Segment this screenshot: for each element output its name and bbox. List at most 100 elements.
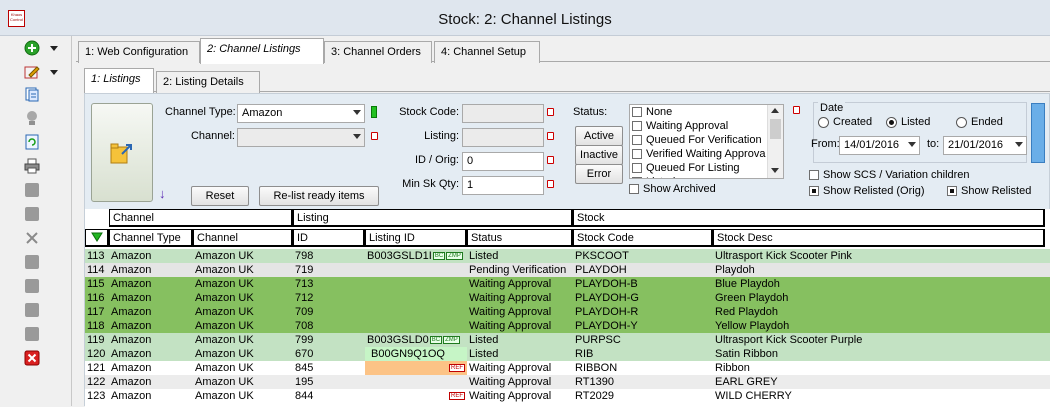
show-scs-check-icon[interactable] — [809, 170, 819, 180]
tab-channel-orders[interactable]: 3: Channel Orders — [324, 41, 432, 63]
copy-list-icon[interactable] — [24, 86, 40, 102]
column-header-status[interactable]: Status — [467, 229, 573, 247]
row-number-cell: 115 — [85, 277, 109, 291]
column-header-stock-code[interactable]: Stock Code — [573, 229, 713, 247]
tab-web-configuration[interactable]: 1: Web Configuration — [78, 41, 200, 63]
channel-type-select[interactable]: Amazon — [237, 104, 365, 123]
tab-channel-listings[interactable]: 2: Channel Listings — [200, 38, 324, 64]
from-date-picker[interactable]: 14/01/2016 — [839, 136, 920, 155]
status-error-button[interactable]: Error — [575, 164, 623, 184]
ended-radio-icon[interactable] — [956, 116, 967, 128]
table-row[interactable]: 120 Amazon Amazon UK 670 B00GN9Q1OQ Listed RIB… — [85, 347, 1050, 361]
table-row[interactable]: 116 Amazon Amazon UK 712 Waiting Approval PLA… — [85, 291, 1050, 305]
column-header-channel[interactable]: Channel — [193, 229, 293, 247]
listing-label: Listing: — [424, 130, 459, 142]
stock-desc-cell: Playdoh — [713, 263, 1045, 277]
table-row[interactable]: 114 Amazon Amazon UK 719 Pending Verificatio… — [85, 263, 1050, 277]
status-option-check-icon[interactable] — [632, 163, 642, 173]
created-radio-icon[interactable] — [818, 116, 829, 128]
tab-channel-setup[interactable]: 4: Channel Setup — [434, 41, 540, 63]
scroll-thumb[interactable] — [770, 119, 781, 139]
status-option-check-icon[interactable] — [632, 135, 642, 145]
table-row[interactable]: 123 Amazon Amazon UK 844 REF Waiting Approval… — [85, 389, 1050, 403]
column-header-listing-id[interactable]: Listing ID — [365, 229, 467, 247]
show-relisted-orig-check-icon[interactable] — [809, 186, 819, 196]
listing-id-cell — [365, 305, 467, 319]
listing-flag-badge: ZMP — [446, 252, 463, 261]
channel-cell: Amazon UK — [193, 305, 293, 319]
date-listed-radio[interactable]: Listed — [886, 116, 930, 128]
status-checklist[interactable]: None Waiting Approval Queued For Verificat… — [629, 104, 784, 179]
refresh-list-icon[interactable] — [24, 134, 40, 150]
status-option[interactable]: Listed — [630, 175, 783, 178]
table-row[interactable]: 115 Amazon Amazon UK 713 Waiting Approval PLA… — [85, 277, 1050, 291]
add-icon[interactable] — [24, 40, 40, 56]
table-row[interactable]: 119 Amazon Amazon UK 799 B003GSLD0 BC ZMP Liste… — [85, 333, 1050, 347]
tab-listing-details[interactable]: 2: Listing Details — [156, 71, 260, 93]
status-option[interactable]: Waiting Approval — [630, 119, 783, 133]
status-option-label: Listed — [646, 176, 675, 178]
channel-type-cell-text: Amazon — [111, 278, 152, 290]
table-row[interactable]: 122 Amazon Amazon UK 195 Waiting Approval RT1… — [85, 375, 1050, 389]
show-archived-check-icon[interactable] — [629, 184, 639, 194]
add-dropdown-arrow-icon[interactable] — [50, 46, 58, 51]
date-ended-radio[interactable]: Ended — [956, 116, 1003, 128]
status-option-check-icon[interactable] — [632, 107, 642, 117]
status-option-check-icon[interactable] — [632, 121, 642, 131]
row-number-cell: 119 — [85, 333, 109, 347]
down-arrow-icon[interactable]: ↓ — [159, 186, 166, 201]
stock-code-cell-text: PLAYDOH-Y — [575, 320, 638, 332]
listed-radio-icon[interactable] — [886, 116, 897, 128]
edit-icon[interactable] — [24, 64, 40, 80]
status-option[interactable]: Queued For Verification — [630, 133, 783, 147]
edit-dropdown-arrow-icon[interactable] — [50, 70, 58, 75]
stock-code-cell-text: PLAYDOH-R — [575, 306, 639, 318]
print-icon[interactable] — [24, 158, 40, 174]
tab-listings[interactable]: 1: Listings — [84, 68, 154, 94]
status-option[interactable]: Queued For Listing — [630, 161, 783, 175]
stock-code-cell: PLAYDOH — [573, 263, 713, 277]
reset-button[interactable]: Reset — [191, 186, 249, 206]
id-orig-input[interactable]: 0 — [462, 152, 544, 171]
table-row[interactable]: 121 Amazon Amazon UK 845 REF Waiting Approval… — [85, 361, 1050, 375]
status-inactive-button[interactable]: Inactive — [575, 145, 623, 165]
to-date-picker[interactable]: 21/01/2016 — [943, 136, 1027, 155]
sort-down-green-icon[interactable] — [90, 232, 103, 242]
status-option[interactable]: Verified Waiting Approva — [630, 147, 783, 161]
column-header-id[interactable]: ID — [293, 229, 365, 247]
status-option-check-icon[interactable] — [632, 177, 642, 178]
column-header-stock-desc[interactable]: Stock Desc — [713, 229, 1045, 247]
channel-cell: Amazon UK — [193, 375, 293, 389]
status-list-scrollbar[interactable] — [767, 105, 783, 178]
stock-code-input[interactable] — [462, 104, 544, 123]
show-relisted-orig-checkbox[interactable]: Show Relisted (Orig) — [809, 185, 924, 197]
listing-id-cell-text: B003GSLD1I — [367, 250, 432, 262]
min-sk-qty-input[interactable]: 1 — [462, 176, 544, 195]
stock-desc-cell: EARL GREY — [713, 375, 1045, 389]
table-row[interactable]: 117 Amazon Amazon UK 709 Waiting Approval PLA… — [85, 305, 1050, 319]
scroll-down-icon[interactable] — [771, 168, 779, 173]
channel-select[interactable] — [237, 128, 365, 147]
open-listing-button[interactable] — [91, 103, 153, 202]
status-option-check-icon[interactable] — [632, 149, 642, 159]
date-created-radio[interactable]: Created — [818, 116, 872, 128]
row-indicator-header[interactable] — [85, 229, 109, 247]
status-option[interactable]: None — [630, 105, 783, 119]
show-scs-checkbox[interactable]: Show SCS / Variation children — [809, 169, 970, 181]
id-cell: 799 — [293, 333, 365, 347]
show-relisted-checkbox[interactable]: Show Relisted — [947, 185, 1031, 197]
table-row[interactable]: 113 Amazon Amazon UK 798 B003GSLD1I BC ZMP List… — [85, 249, 1050, 263]
show-archived-checkbox[interactable]: Show Archived — [629, 183, 716, 195]
close-red-icon[interactable] — [24, 350, 40, 366]
status-active-button[interactable]: Active — [575, 126, 623, 146]
scroll-up-icon[interactable] — [771, 108, 779, 113]
show-relisted-check-icon[interactable] — [947, 186, 957, 196]
listing-input[interactable] — [462, 128, 544, 147]
date-panel-collapse-bar[interactable] — [1031, 103, 1045, 163]
table-row[interactable]: 118 Amazon Amazon UK 708 Waiting Approval PLA… — [85, 319, 1050, 333]
stock-desc-cell-text: Green Playdoh — [715, 292, 789, 304]
relist-ready-items-button[interactable]: Re-list ready items — [259, 186, 379, 206]
status-cell: Pending Verification — [467, 263, 573, 277]
column-header-channel-type[interactable]: Channel Type — [109, 229, 193, 247]
channel-type-cell: Amazon — [109, 389, 193, 403]
